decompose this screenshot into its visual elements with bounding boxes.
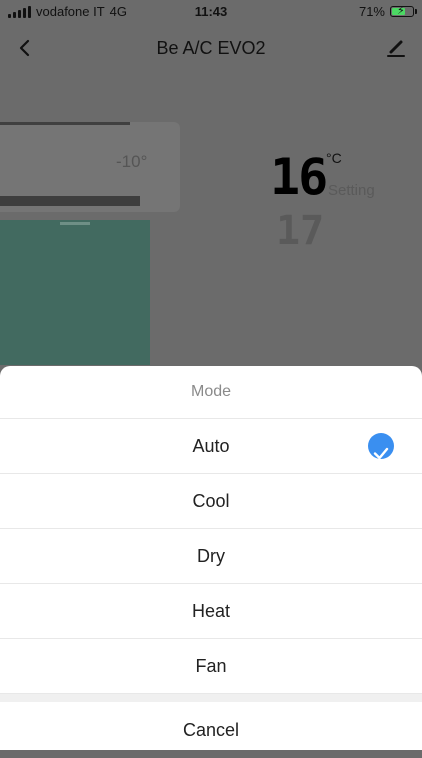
mode-option-heat[interactable]: Heat — [0, 584, 422, 639]
sheet-separator — [0, 694, 422, 702]
app-header: Be A/C EVO2 — [0, 24, 422, 72]
option-label: Dry — [197, 546, 225, 566]
status-bar: vodafone IT 4G 11:43 71% ⚡ — [0, 0, 422, 24]
setting-label: Setting — [328, 182, 375, 199]
edit-button[interactable] — [382, 34, 410, 62]
airflow-arrow-icon — [60, 222, 90, 225]
battery-icon: ⚡ — [390, 5, 417, 17]
checkmark-icon — [368, 433, 394, 460]
page-title: Be A/C EVO2 — [156, 38, 266, 58]
current-temperature: 16 — [270, 148, 328, 206]
mode-option-cool[interactable]: Cool — [0, 474, 422, 529]
battery-percent: 71% — [358, 4, 385, 19]
sheet-title: Mode — [0, 366, 422, 419]
ac-unit-display: -10° — [116, 152, 148, 171]
temperature-unit: °C — [326, 150, 342, 166]
ac-air-slot — [0, 196, 140, 206]
status-right: 71% ⚡ — [358, 4, 417, 19]
airflow-illustration — [0, 220, 150, 365]
mode-option-fan[interactable]: Fan — [0, 639, 422, 694]
option-label: Fan — [195, 656, 227, 676]
charging-icon: ⚡ — [397, 5, 405, 17]
ac-vent-line — [0, 122, 130, 125]
option-label: Auto — [192, 436, 230, 456]
check-glyph — [373, 447, 389, 460]
option-label: Heat — [191, 601, 231, 621]
setting-temperature: 17 — [276, 208, 325, 254]
mode-option-dry[interactable]: Dry — [0, 529, 422, 584]
mode-option-auto[interactable]: Auto — [0, 419, 422, 474]
pencil-icon — [387, 40, 405, 57]
mode-action-sheet: Mode Auto Cool Dry Heat Fan Cancel — [0, 366, 422, 750]
option-label: Cool — [192, 491, 230, 511]
